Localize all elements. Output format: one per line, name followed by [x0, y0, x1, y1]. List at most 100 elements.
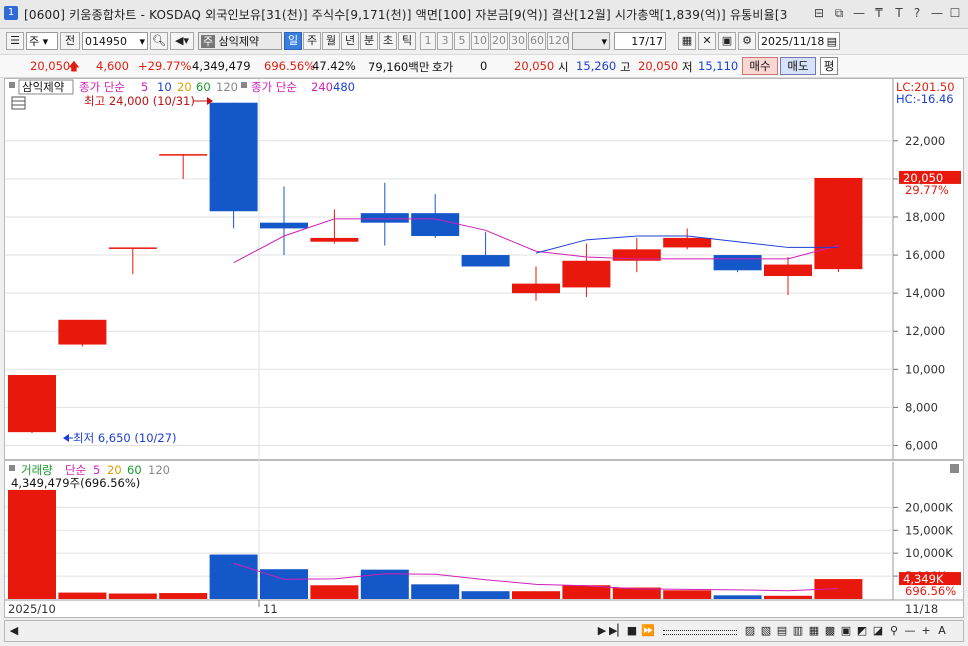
volume-tick-label: 10,000K [905, 546, 953, 560]
volume-bar [411, 584, 460, 599]
candle-body [461, 255, 510, 267]
interval-button-30[interactable]: 30 [509, 32, 527, 50]
zoom-icon[interactable]: ⚲ [887, 624, 901, 638]
period-button-3[interactable]: 년 [341, 32, 359, 50]
interval-button-120[interactable]: 120 [547, 32, 569, 50]
pin-icon[interactable]: ₸ [872, 6, 886, 20]
candle-body [814, 177, 863, 270]
maximize-icon[interactable]: ☐ [948, 6, 962, 20]
stock-code-input[interactable]: 014950 ▾ [82, 32, 148, 50]
link-icon[interactable]: ⊟ [812, 6, 826, 20]
chart-svg[interactable]: 22,00020,00018,00016,00014,00012,00010,0… [5, 79, 963, 617]
speed-slider[interactable] [663, 630, 737, 635]
candle-body [562, 260, 611, 288]
save-icon[interactable]: ▣ [718, 32, 736, 50]
candle-body [58, 319, 107, 345]
candle-body [159, 154, 208, 156]
interval-button-3[interactable]: 3 [437, 32, 453, 50]
font-icon[interactable]: T [892, 6, 906, 20]
image-icon[interactable]: ▧ [759, 624, 773, 638]
page-counter[interactable]: 17/17 [614, 32, 666, 50]
interval-input[interactable]: ▾ [572, 32, 610, 50]
step-forward-icon[interactable]: ▶ [595, 624, 609, 638]
volume-value: 4,349,479 [192, 59, 251, 73]
dash-icon[interactable]: — [852, 6, 866, 20]
interval-button-60[interactable]: 60 [528, 32, 546, 50]
period-button-5[interactable]: 초 [379, 32, 397, 50]
interval-button-20[interactable]: 20 [490, 32, 508, 50]
panel-square-icon [9, 465, 15, 471]
stock-name-field[interactable]: 주 삼익제약 [198, 32, 282, 50]
current-price: 20,050 [30, 59, 71, 73]
candle-body [260, 222, 308, 229]
price-tick-label: 22,000 [905, 134, 945, 148]
ma-long-title: 종가 단순 [251, 80, 297, 94]
type-select[interactable]: 주 ▾ [26, 32, 58, 50]
volume-bar [58, 592, 107, 599]
scroll-bar[interactable]: ◀ ▶ ▶▏ ■ ⏩ ▨ ▧ ▤ ▥ ▦ ▩ ▣ ◩ ◪ ⚲ — + A [4, 620, 964, 642]
volume-ratio: 696.56% [264, 59, 316, 73]
gear-icon[interactable]: ⚙ [738, 32, 756, 50]
quote-label: 호가 [432, 60, 454, 74]
chart-icon[interactable]: ◩ [855, 624, 869, 638]
candle-body [360, 213, 409, 223]
low-price: 15,110 [698, 59, 739, 73]
sell-button[interactable]: 매도 [780, 57, 816, 75]
volume-bar [8, 489, 56, 599]
volume-current: 4,349,479주(696.56%) [11, 476, 140, 490]
candle-body [411, 213, 460, 237]
period-button-1[interactable]: 주 [303, 32, 321, 50]
price-change-pct: +29.77% [138, 59, 192, 73]
search-icon[interactable]: 🔍︎ [150, 32, 168, 50]
interval-button-1[interactable]: 1 [420, 32, 436, 50]
hamburger-icon[interactable]: ☰ [6, 32, 24, 50]
period-button-6[interactable]: 틱 [398, 32, 416, 50]
stop-icon[interactable]: ■ [625, 624, 639, 638]
help-icon[interactable]: ? [910, 6, 924, 20]
vol-ma5-label: 5 [93, 463, 100, 477]
zoom-in-icon[interactable]: + [919, 624, 933, 638]
trade-amount: 79,160백만 [368, 60, 430, 74]
all-button[interactable]: 전 [60, 32, 80, 50]
period-button-0[interactable]: 일 [284, 32, 302, 50]
interval-button-10[interactable]: 10 [471, 32, 489, 50]
volume-ma-title: 단순 [65, 463, 86, 477]
zoom-out-icon[interactable]: — [903, 624, 917, 638]
last-pct-tag: 29.77% [905, 183, 949, 197]
fast-forward-icon[interactable]: ⏩ [641, 624, 655, 638]
period-button-2[interactable]: 월 [322, 32, 340, 50]
grid-tool-icon[interactable]: ▦ [678, 32, 696, 50]
ma480-label: 480 [333, 80, 355, 94]
chart-icon[interactable]: ◪ [871, 624, 885, 638]
table-icon[interactable] [11, 96, 26, 110]
copy-icon[interactable]: ⧉ [832, 6, 846, 20]
speaker-icon[interactable]: ◀▾ [170, 32, 194, 50]
evaluation-button[interactable]: 평 [820, 57, 838, 75]
chart-icon[interactable]: ▦ [807, 624, 821, 638]
play-icon[interactable]: ▶▏ [609, 624, 626, 638]
minimize-icon[interactable]: — [930, 6, 944, 20]
panel-square-icon [9, 82, 15, 88]
chart-icon[interactable]: ▤ [775, 624, 789, 638]
chart-icon[interactable]: ▥ [791, 624, 805, 638]
candle-body [8, 375, 56, 433]
panel-square-icon [241, 82, 247, 88]
quote-info-bar: 20,050 🡅 4,600 +29.77% 4,349,479 696.56%… [0, 54, 968, 78]
image-icon[interactable]: ▨ [743, 624, 757, 638]
crosshair-icon[interactable]: ✕ [698, 32, 716, 50]
buy-button[interactable]: 매수 [742, 57, 778, 75]
price-tick-label: 8,000 [905, 400, 938, 414]
volume-bar [713, 595, 762, 599]
period-button-4[interactable]: 분 [360, 32, 378, 50]
stock-prefix-badge: 주 [201, 35, 216, 48]
interval-button-5[interactable]: 5 [454, 32, 470, 50]
stock-name-value: 삼익제약 [218, 35, 260, 48]
chart-icon[interactable]: ▣ [839, 624, 853, 638]
date-input[interactable]: 2025/11/18 ▤ [758, 32, 840, 50]
volume-bar [764, 595, 812, 599]
auto-scale-icon[interactable]: A [935, 624, 949, 638]
scroll-left-icon[interactable]: ◀ [7, 624, 21, 638]
close-panel-icon[interactable] [950, 464, 959, 473]
chart-area[interactable]: 22,00020,00018,00016,00014,00012,00010,0… [4, 78, 964, 618]
chart-icon[interactable]: ▩ [823, 624, 837, 638]
